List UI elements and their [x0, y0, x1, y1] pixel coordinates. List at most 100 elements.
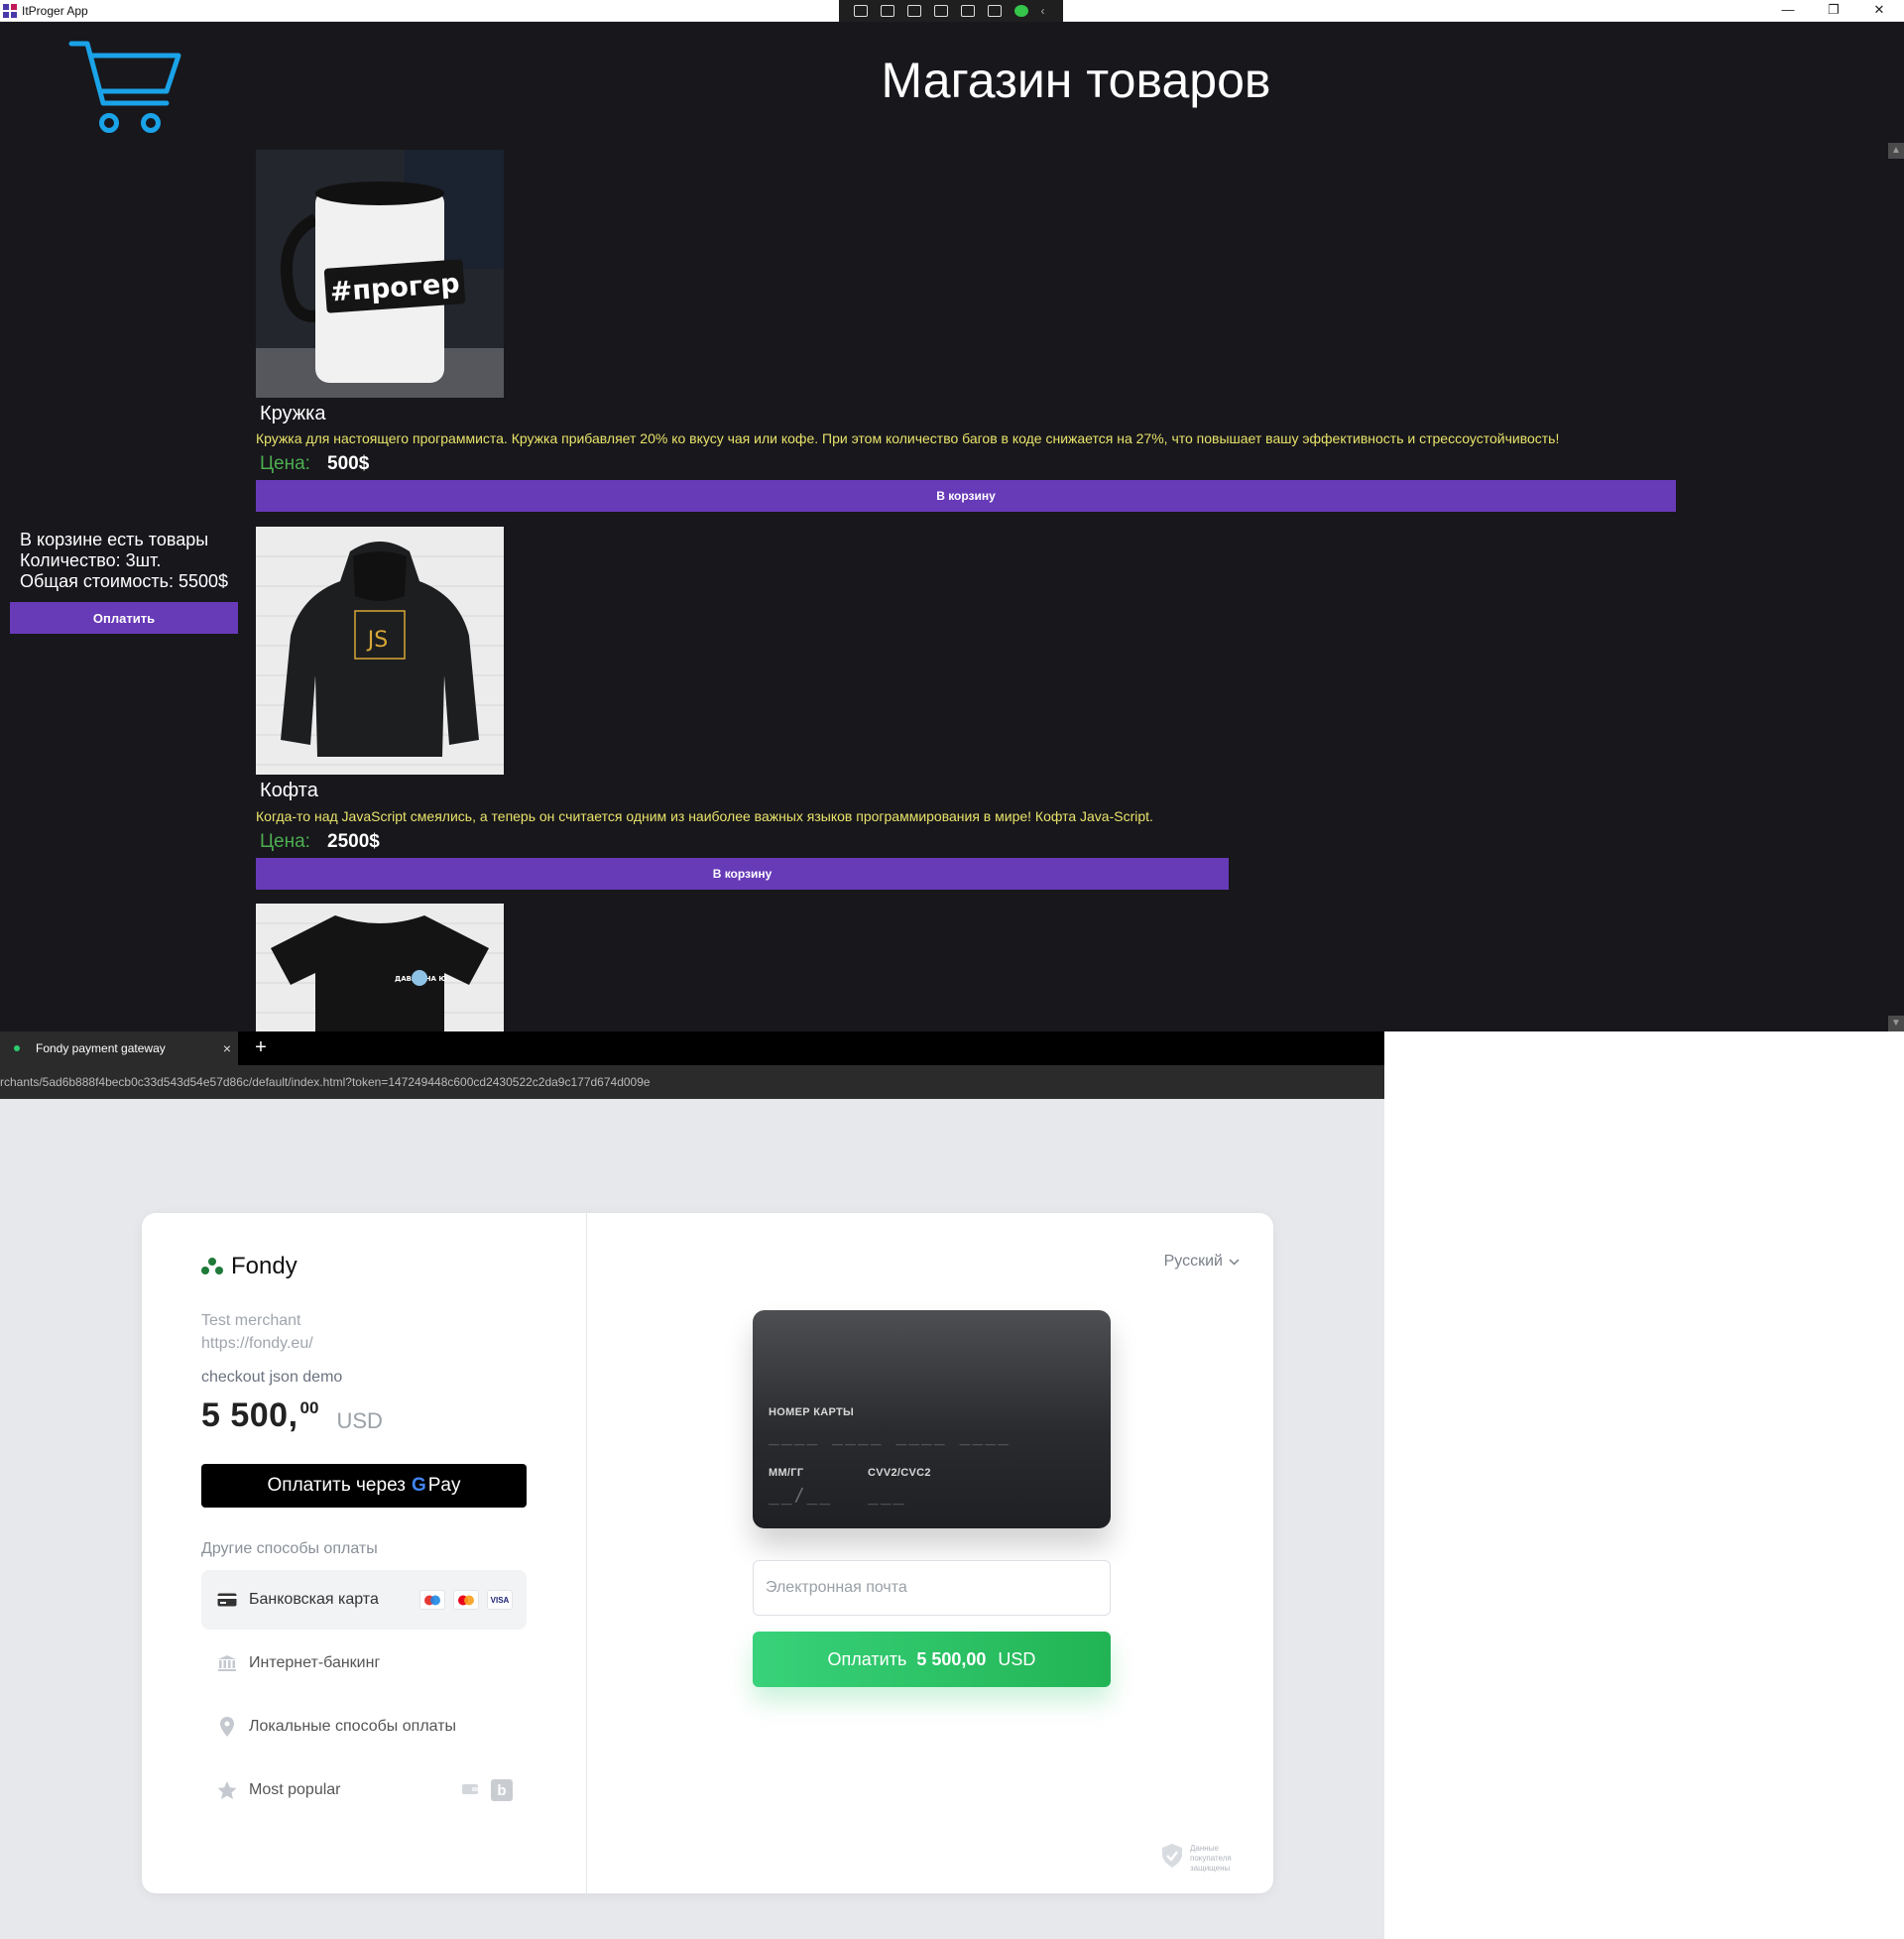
toolbar-inspect-icon[interactable]	[853, 5, 868, 17]
language-select[interactable]: Русский	[1164, 1253, 1240, 1271]
b-service-icon: b	[491, 1779, 513, 1801]
email-field[interactable]	[753, 1560, 1111, 1616]
cart-quantity-text: Количество: 3шт.	[20, 550, 162, 570]
brand-name: Fondy	[231, 1253, 298, 1279]
product-description: Когда-то над JavaScript смеялись, а тепе…	[256, 808, 1153, 824]
merchant-name: Test merchant	[201, 1312, 301, 1329]
checkout-button[interactable]: Оплатить	[10, 602, 238, 634]
language-value: Русский	[1163, 1253, 1223, 1270]
cvv-input[interactable]: ___	[868, 1485, 906, 1506]
submit-amount: 5 500,00	[916, 1648, 987, 1669]
maestro-icon	[419, 1590, 445, 1610]
app-window: ItProger App ‹ — ❐ ✕ Магазин товаров #пр…	[0, 0, 1904, 1031]
card-brand-logos: VISA	[419, 1590, 513, 1610]
visa-icon: VISA	[487, 1590, 513, 1610]
toolbar-collapse-icon[interactable]: ‹	[1041, 5, 1049, 17]
fondy-logo-icon	[201, 1258, 223, 1275]
method-label: Most popular	[249, 1781, 341, 1798]
cart-summary: В корзине есть товары Количество: 3шт. О…	[20, 530, 228, 592]
bank-icon	[217, 1655, 237, 1671]
toolbar-video-icon[interactable]	[880, 5, 894, 17]
order-amount: 5 500, 00 USD	[201, 1396, 383, 1435]
product-image-hoodie: JS	[256, 527, 504, 775]
card-number-caption: НОМЕР КАРТЫ	[769, 1406, 855, 1418]
scroll-down-arrow-icon[interactable]: ▼	[1888, 1016, 1904, 1031]
price-label: Цена:	[260, 831, 310, 852]
amount-integer: 5 500,	[201, 1396, 298, 1434]
cart-status-text: В корзине есть товары	[20, 530, 209, 549]
page-title: Магазин товаров	[881, 53, 1271, 108]
amount-cents: 00	[299, 1398, 319, 1417]
toolbar-select-icon[interactable]	[906, 5, 921, 17]
gpay-pay-text: Pay	[427, 1475, 461, 1496]
app-window-title: ItProger App	[22, 4, 88, 18]
toolbar-frame-icon[interactable]	[933, 5, 948, 17]
amount-currency: USD	[336, 1408, 383, 1433]
secure-badge: Данные покупателя защищены	[1160, 1843, 1242, 1874]
fondy-logo: Fondy	[201, 1253, 298, 1280]
credit-card-icon	[217, 1592, 237, 1608]
cart-total-text: Общая стоимость: 5500$	[20, 571, 229, 591]
app-logo-icon	[3, 4, 17, 18]
product-name: Кружка	[260, 403, 326, 424]
order-summary-panel: Fondy Test merchant https://fondy.eu/ ch…	[142, 1213, 587, 1893]
submit-payment-button[interactable]: Оплатить 5 500,00 USD	[753, 1632, 1111, 1687]
google-g-icon: G	[411, 1475, 426, 1496]
star-icon	[217, 1780, 237, 1799]
expiry-caption: ММ/ГГ	[769, 1467, 804, 1479]
toolbar-hot-reload-icon[interactable]	[987, 5, 1002, 17]
shield-check-icon	[1160, 1843, 1184, 1874]
method-label: Локальные способы оплаты	[249, 1718, 457, 1735]
expiry-input[interactable]: __/__	[769, 1485, 832, 1506]
tab-close-icon[interactable]: ×	[216, 1040, 238, 1056]
product-price: 2500$	[327, 831, 380, 852]
mastercard-icon	[453, 1590, 479, 1610]
wallet-icon	[457, 1779, 483, 1799]
merchant-url[interactable]: https://fondy.eu/	[201, 1335, 313, 1353]
product-image-mug: #прогер	[256, 150, 504, 398]
google-pay-button[interactable]: Оплатить через G Pay	[201, 1464, 527, 1508]
method-label: Банковская карта	[249, 1591, 379, 1608]
app-titlebar: ItProger App ‹ — ❐ ✕	[0, 0, 1904, 22]
payment-form-panel: Русский НОМЕР КАРТЫ ____ ____ ____ ____ …	[588, 1213, 1273, 1893]
product-description: Кружка для настоящего программиста. Круж…	[256, 430, 1560, 446]
method-local-payments[interactable]: Локальные способы оплаты	[201, 1697, 527, 1757]
checkout-card: Fondy Test merchant https://fondy.eu/ ch…	[142, 1213, 1273, 1893]
method-most-popular[interactable]: Most popular b	[201, 1760, 527, 1820]
submit-currency: USD	[998, 1648, 1036, 1669]
add-to-cart-button-hoodie[interactable]: В корзину	[256, 858, 1229, 890]
address-bar[interactable]: rchants/5ad6b888f4becb0c33d543d54e57d86c…	[0, 1065, 1384, 1099]
toolbar-layout-icon[interactable]	[960, 5, 975, 17]
restore-icon[interactable]: ❐	[1819, 2, 1848, 18]
price-label: Цена:	[260, 453, 310, 474]
scroll-up-arrow-icon[interactable]: ▲	[1888, 143, 1904, 159]
debug-toolbar: ‹	[839, 0, 1063, 22]
location-pin-icon	[217, 1717, 237, 1737]
method-bank-card[interactable]: Банковская карта VISA	[201, 1570, 527, 1630]
toolbar-check-icon[interactable]	[1013, 5, 1028, 17]
card-form: НОМЕР КАРТЫ ____ ____ ____ ____ ММ/ГГ __…	[753, 1310, 1111, 1528]
browser-tab-strip: Fondy payment gateway × +	[0, 1031, 1384, 1065]
tab-title: Fondy payment gateway	[36, 1041, 166, 1055]
product-image-tshirt: ДАВАЙ НА Ю	[256, 904, 504, 1031]
url-text[interactable]: rchants/5ad6b888f4becb0c33d543d54e57d86c…	[0, 1075, 651, 1089]
browser-window: Fondy payment gateway × + rchants/5ad6b8…	[0, 1031, 1384, 1939]
cvv-caption: CVV2/CVC2	[868, 1467, 931, 1479]
browser-tab[interactable]: Fondy payment gateway ×	[0, 1031, 238, 1065]
product-price: 500$	[327, 453, 370, 474]
new-tab-icon[interactable]: +	[250, 1037, 272, 1057]
hoodie-print-text: JS	[366, 628, 388, 653]
tab-favicon-icon	[14, 1045, 20, 1051]
popular-method-logos: b	[457, 1779, 513, 1801]
close-icon[interactable]: ✕	[1864, 2, 1894, 18]
card-number-input[interactable]: ____ ____ ____ ____	[769, 1425, 1011, 1446]
minimize-icon[interactable]: —	[1773, 2, 1803, 17]
other-methods-title: Другие способы оплаты	[201, 1540, 378, 1557]
gpay-label: Оплатить через	[267, 1475, 406, 1496]
method-label: Интернет-банкинг	[249, 1654, 381, 1671]
chevron-down-icon	[1229, 1253, 1240, 1271]
product-name: Кофта	[260, 780, 318, 801]
add-to-cart-button-mug[interactable]: В корзину	[256, 480, 1676, 512]
method-internet-banking[interactable]: Интернет-банкинг	[201, 1634, 527, 1693]
secure-text: Данные покупателя защищены	[1190, 1843, 1232, 1873]
